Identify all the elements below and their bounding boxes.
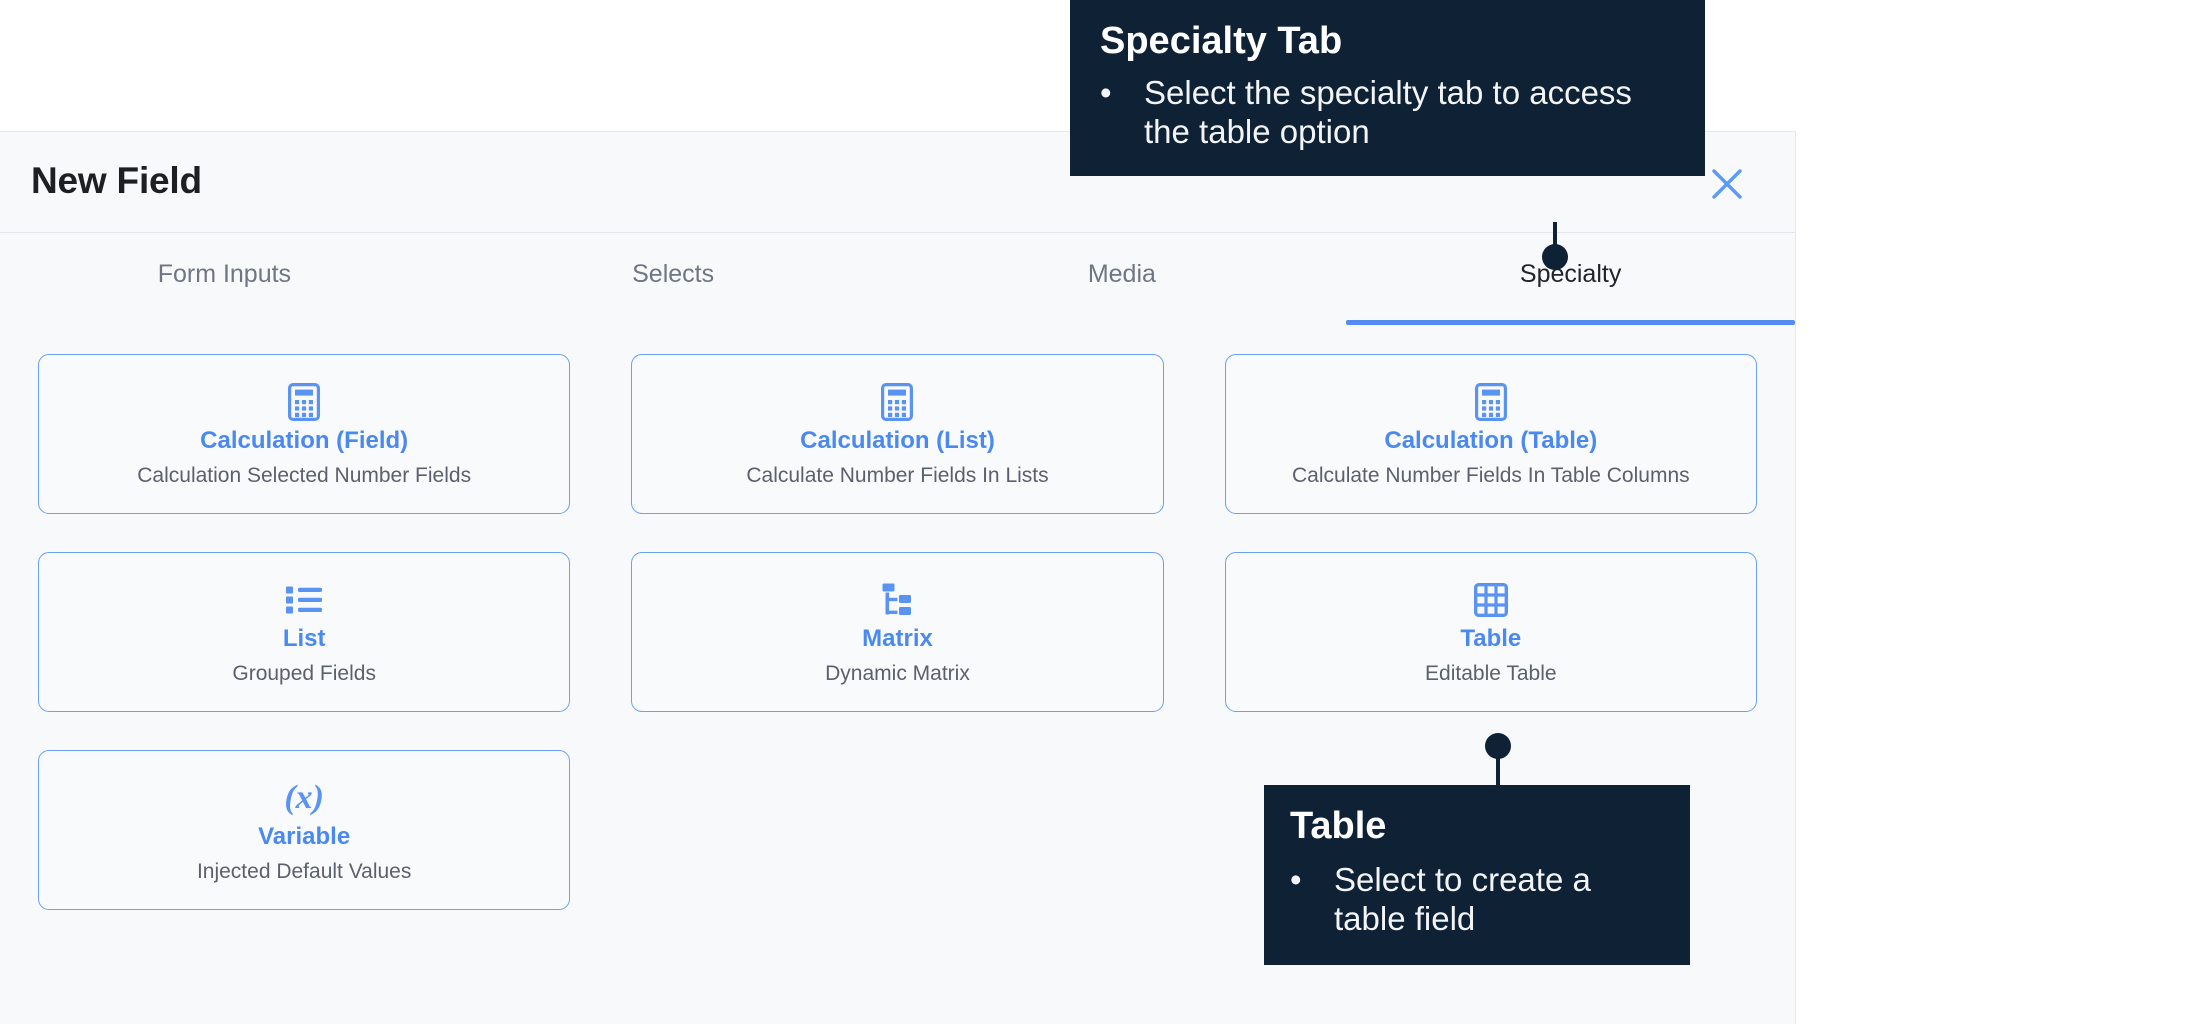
coach-bullet-text: Select the specialty tab to access the t…: [1144, 74, 1675, 152]
calculator-icon: [881, 381, 913, 423]
card-title: Matrix: [862, 625, 933, 653]
variable-glyph: (x): [284, 781, 324, 815]
card-title: Table: [1460, 625, 1521, 653]
tab-label: Media: [1088, 260, 1156, 289]
card-title: Variable: [258, 823, 350, 851]
table-grid-icon: [1474, 579, 1508, 621]
card-title: Calculation (List): [800, 427, 995, 455]
tab-label: Selects: [632, 260, 714, 289]
variable-parenthesis-x-icon: (x): [284, 777, 324, 819]
field-category-tabs: Form Inputs Selects Media Specialty: [0, 233, 1795, 325]
close-icon: [1710, 167, 1744, 201]
card-calculation-field[interactable]: Calculation (Field) Calculation Selected…: [38, 354, 570, 514]
card-list[interactable]: List Grouped Fields: [38, 552, 570, 712]
bullet-glyph: •: [1290, 861, 1334, 900]
card-description: Editable Table: [1425, 662, 1557, 686]
coach-bullet-item: • Select the specialty tab to access the…: [1100, 74, 1675, 152]
card-description: Dynamic Matrix: [825, 662, 970, 686]
card-description: Injected Default Values: [197, 860, 411, 884]
card-table[interactable]: Table Editable Table: [1225, 552, 1757, 712]
tab-specialty[interactable]: Specialty: [1346, 233, 1795, 325]
card-matrix[interactable]: Matrix Dynamic Matrix: [631, 552, 1163, 712]
calculator-icon: [288, 381, 320, 423]
card-calculation-list[interactable]: Calculation (List) Calculate Number Fiel…: [631, 354, 1163, 514]
coach-bullet-list: • Select to create a table field: [1290, 861, 1664, 939]
tab-label: Form Inputs: [158, 260, 291, 289]
coach-bullet-list: • Select the specialty tab to access the…: [1100, 74, 1675, 152]
card-calculation-table[interactable]: Calculation (Table) Calculate Number Fie…: [1225, 354, 1757, 514]
card-variable[interactable]: (x) Variable Injected Default Values: [38, 750, 570, 910]
coach-title: Table: [1290, 807, 1664, 847]
coach-bullet-text: Select to create a table field: [1334, 861, 1664, 939]
tab-selects[interactable]: Selects: [449, 233, 898, 325]
coach-table-connector-dot: [1485, 733, 1511, 759]
card-description: Calculate Number Fields In Table Columns: [1292, 464, 1690, 488]
tab-form-inputs[interactable]: Form Inputs: [0, 233, 449, 325]
coach-specialty-connector-dot: [1542, 244, 1568, 270]
screen-root: New Field Form Inputs Selects Media: [0, 0, 2204, 1024]
card-description: Calculation Selected Number Fields: [137, 464, 471, 488]
coach-mark-table-card: Table • Select to create a table field: [1264, 785, 1690, 965]
bullet-glyph: •: [1100, 74, 1144, 113]
card-description: Grouped Fields: [232, 662, 376, 686]
card-title: List: [283, 625, 326, 653]
card-title: Calculation (Field): [200, 427, 408, 455]
card-description: Calculate Number Fields In Lists: [746, 464, 1048, 488]
close-button[interactable]: [1701, 158, 1753, 210]
tab-media[interactable]: Media: [898, 233, 1347, 325]
grid-spacer: [631, 750, 1163, 910]
card-title: Calculation (Table): [1384, 427, 1597, 455]
bulleted-list-icon: [286, 579, 322, 621]
coach-mark-specialty-tab: Specialty Tab • Select the specialty tab…: [1070, 0, 1705, 176]
tab-label: Specialty: [1520, 260, 1621, 289]
hierarchy-tree-icon: [880, 579, 914, 621]
coach-title: Specialty Tab: [1100, 22, 1675, 62]
page-title: New Field: [31, 160, 202, 202]
coach-bullet-item: • Select to create a table field: [1290, 861, 1664, 939]
calculator-icon: [1475, 381, 1507, 423]
